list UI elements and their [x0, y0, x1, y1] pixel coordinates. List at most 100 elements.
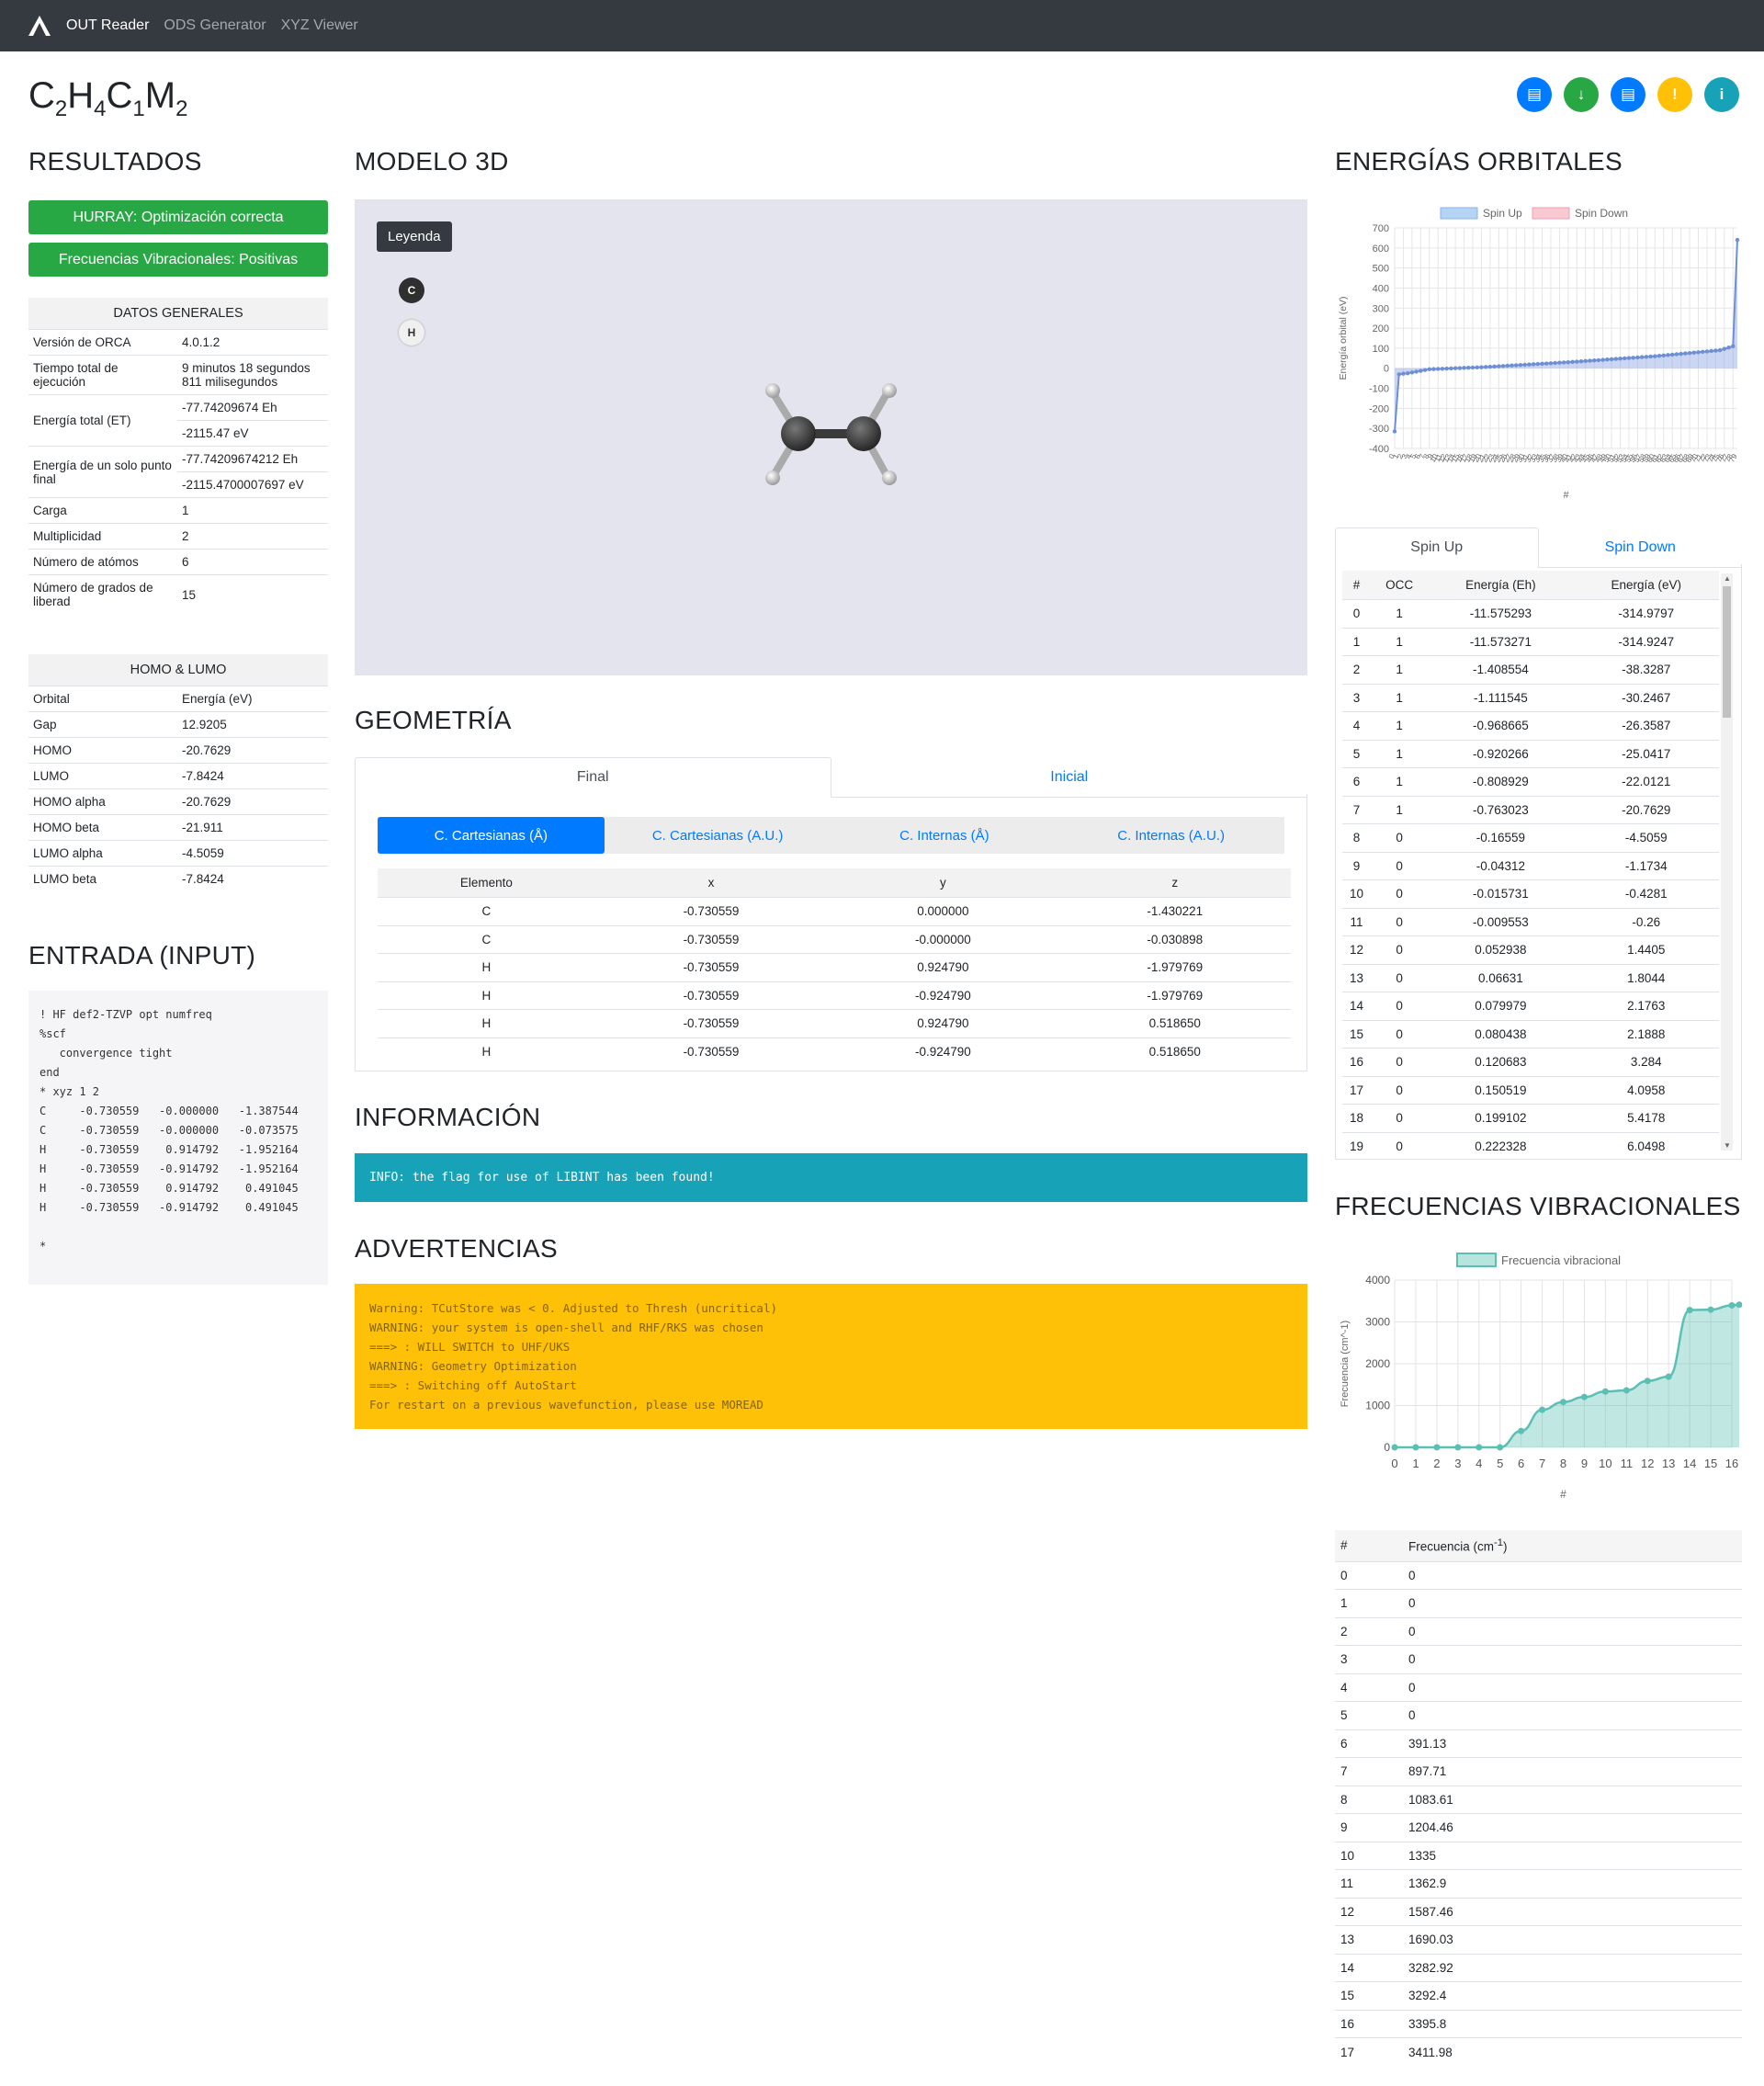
carbon-atom	[846, 416, 881, 451]
data-point	[1709, 348, 1713, 354]
frequency-chart: Frecuencia vibracional0 1 2 3 4 5 6 7 8 9 10 11 12 13…	[1340, 1253, 1742, 1501]
orb-cell: 2.1763	[1573, 992, 1719, 1020]
data-point	[1412, 1444, 1419, 1451]
orb-cell: -1.1734	[1573, 851, 1719, 880]
carbon-atom	[781, 416, 816, 451]
pill-internas-au[interactable]: C. Internas (A.U.)	[1057, 817, 1284, 854]
geo-cell: -0.730559	[594, 1037, 828, 1066]
homo-energy: -20.7629	[177, 737, 328, 764]
data-point	[1539, 1406, 1546, 1413]
data-point	[1479, 365, 1484, 369]
orb-col-ev: Energía (eV)	[1573, 571, 1719, 600]
datos-value: 2	[177, 523, 328, 550]
formula-count: 2	[175, 96, 188, 121]
data-point	[1431, 367, 1436, 371]
freq-value: 0	[1403, 1645, 1742, 1673]
orb-cell: 15	[1342, 1019, 1372, 1049]
table-row: 14 0 0.079979 2.1763	[1342, 992, 1719, 1020]
orb-cell: -4.5059	[1573, 823, 1719, 852]
data-point	[1492, 364, 1497, 369]
homo-row: HOMO beta -21.911	[28, 814, 328, 841]
orb-cell: -25.0417	[1573, 739, 1719, 768]
nav-out-reader[interactable]: OUT Reader	[66, 17, 149, 34]
y-tick-label: 0	[1384, 364, 1389, 375]
datos-row: Número de grados de liberad 15	[28, 574, 328, 614]
data-point	[1707, 1306, 1714, 1313]
datos-value: -2115.4700007697 eV	[177, 471, 328, 498]
y-tick-label: 0	[1384, 1441, 1390, 1454]
table-row: 10 1335	[1335, 1841, 1742, 1870]
data-point	[1462, 366, 1466, 370]
scroll-down-icon[interactable]: ▼	[1724, 1141, 1731, 1150]
data-point	[1444, 366, 1449, 371]
freq-value: 1335	[1403, 1841, 1742, 1870]
tab-final[interactable]: Final	[355, 757, 831, 798]
scrollbar-thumb[interactable]	[1723, 586, 1731, 718]
data-point	[1623, 356, 1627, 361]
data-point	[1618, 357, 1623, 361]
table-row: 7 897.71	[1335, 1757, 1742, 1786]
data-point	[1580, 1393, 1588, 1400]
formula-count: 1	[132, 96, 145, 121]
freq-num: 12	[1335, 1897, 1403, 1926]
orb-cell: 7	[1342, 795, 1372, 824]
geo-cell: -0.730559	[594, 981, 828, 1010]
info-button[interactable]: i	[1704, 77, 1739, 112]
geometria-tabs: Final Inicial	[355, 757, 1307, 798]
data-point	[1391, 1444, 1398, 1451]
orb-cell: 0	[1371, 1104, 1429, 1132]
orbitales-table: # OCC Energía (Eh) Energía (eV) 0 1 -11.57…	[1342, 571, 1719, 1151]
orb-cell: -0.009553	[1428, 907, 1574, 936]
data-point	[1626, 356, 1632, 360]
homo-energy: -7.8424	[177, 763, 328, 789]
y-tick-label: 200	[1373, 323, 1389, 334]
pill-cartesianas-au[interactable]: C. Cartesianas (A.U.)	[605, 817, 831, 854]
data-point	[1591, 358, 1597, 363]
freq-num: 0	[1335, 1560, 1403, 1590]
brand-logo-icon[interactable]	[28, 14, 51, 38]
geo-cell: C	[378, 897, 595, 925]
resultados-heading: RESULTADOS	[28, 147, 202, 176]
y-tick-label: -100	[1369, 384, 1389, 395]
tab-spin-up[interactable]: Spin Up	[1335, 527, 1539, 568]
x-tick-label: 1	[1412, 1457, 1419, 1470]
scroll-up-icon[interactable]: ▲	[1724, 574, 1731, 583]
hydrogen-atom	[765, 470, 780, 485]
file-button[interactable]: ▤	[1517, 77, 1552, 112]
homo-orbital: LUMO	[28, 763, 177, 789]
data-point	[1396, 372, 1401, 377]
molecule-viewer[interactable]: Leyenda C H	[355, 199, 1307, 675]
orb-cell: 2	[1342, 655, 1372, 684]
data-point	[1639, 355, 1645, 359]
file-button[interactable]: ▤	[1611, 77, 1645, 112]
hydrogen-atom	[882, 470, 897, 485]
y-tick-label: 100	[1373, 344, 1389, 355]
table-row: C -0.730559 -0.000000 -0.030898	[378, 924, 1291, 954]
data-point	[1522, 362, 1527, 368]
exclamation-button[interactable]: !	[1657, 77, 1692, 112]
datos-key: Número de grados de liberad	[28, 574, 177, 614]
orb-cell: 17	[1342, 1075, 1372, 1105]
geometria-table: Elemento x y z C -0.730559 0.000000 -1.4302…	[378, 868, 1291, 1066]
datos-value: 15	[177, 574, 328, 614]
orb-cell: 1	[1371, 767, 1429, 796]
y-axis-label: Energía orbital (eV)	[1338, 296, 1349, 380]
y-tick-label: 3000	[1365, 1316, 1390, 1329]
table-row: 1 1 -11.573271 -314.9247	[1342, 627, 1719, 656]
download-button[interactable]: ↓	[1564, 77, 1599, 112]
frecuencias-heading: FRECUENCIAS VIBRACIONALES	[1335, 1192, 1741, 1220]
data-point	[1623, 1387, 1630, 1394]
tab-inicial[interactable]: Inicial	[831, 757, 1308, 797]
freq-value: 0	[1403, 1560, 1742, 1590]
nav-ods-generator[interactable]: ODS Generator	[164, 17, 266, 34]
nav-xyz-viewer[interactable]: XYZ Viewer	[281, 17, 358, 34]
formula-element: C	[106, 75, 133, 116]
tab-spin-down[interactable]: Spin Down	[1539, 527, 1743, 567]
pill-internas-a[interactable]: C. Internas (Å)	[831, 817, 1058, 854]
pill-cartesianas-a[interactable]: C. Cartesianas (Å)	[378, 817, 605, 854]
orbitales-scrollbar[interactable]: ▲ ▼	[1721, 573, 1733, 1151]
x-tick-label: 12	[1641, 1457, 1654, 1470]
x-tick-label: 9	[1581, 1457, 1588, 1470]
orb-cell: -0.968665	[1428, 711, 1574, 740]
orbitales-scroll-area[interactable]: # OCC Energía (Eh) Energía (eV) 0 1 -11.57…	[1342, 571, 1719, 1151]
